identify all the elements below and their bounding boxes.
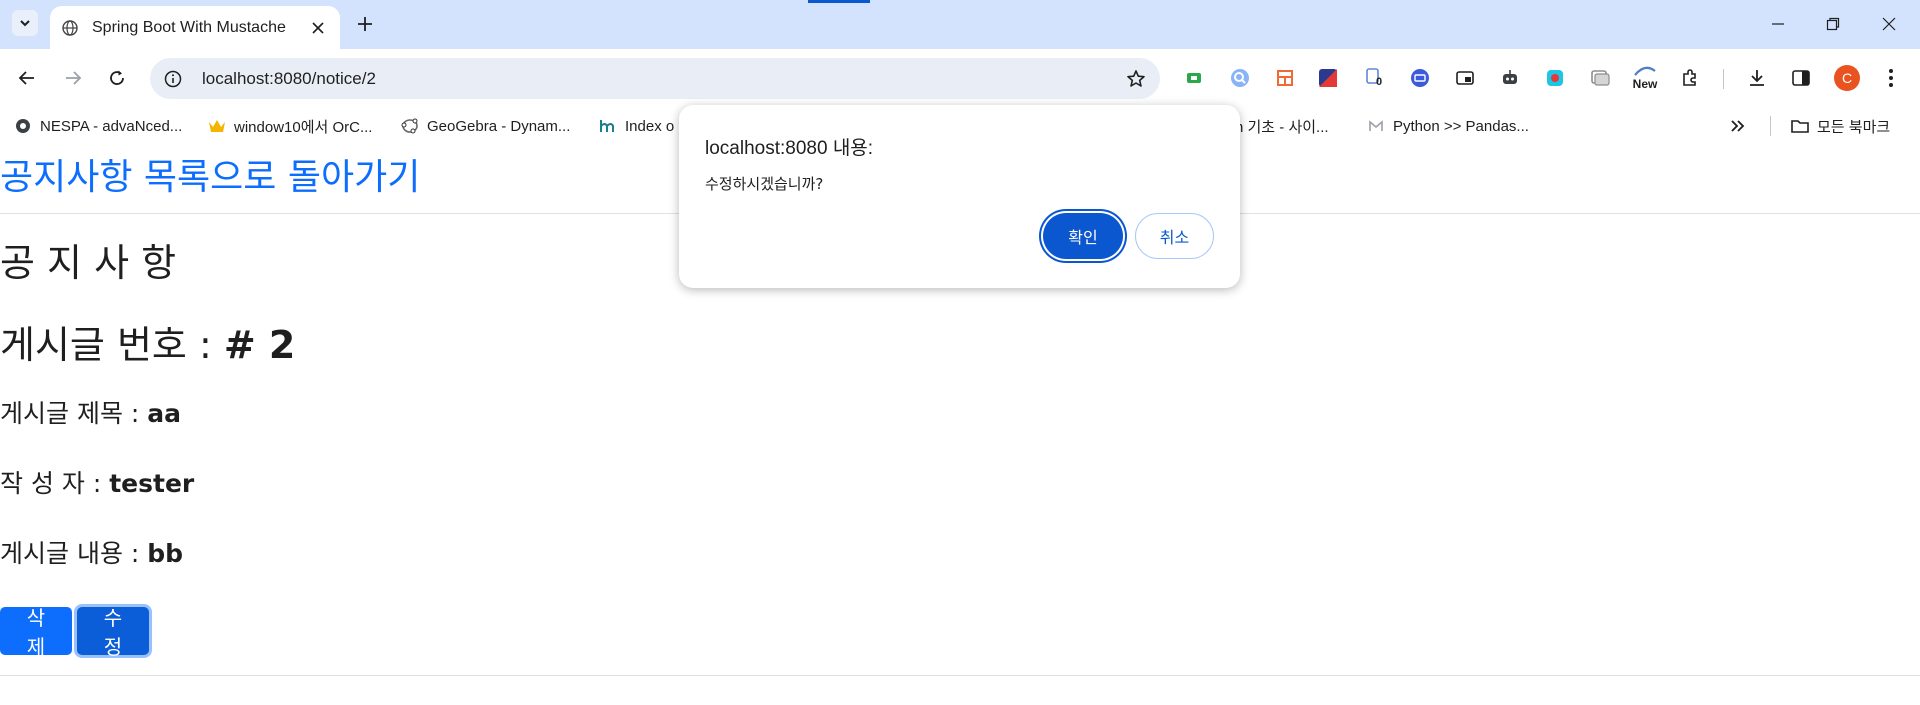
extension-image-icon[interactable] (1589, 67, 1611, 89)
address-bar[interactable]: localhost:8080/notice/2 (150, 58, 1160, 99)
extension-target-icon[interactable] (1544, 67, 1566, 89)
extension-slash-icon[interactable] (1317, 67, 1339, 89)
restore-icon[interactable] (1821, 12, 1845, 36)
dialog-message: 수정하시겠습니까? (705, 175, 824, 193)
toolbar-divider (1723, 69, 1724, 89)
extension-green-icon[interactable] (1183, 67, 1205, 89)
new-tab-plus-icon[interactable] (354, 13, 376, 35)
tab-strip: Spring Boot With Mustache (0, 0, 1920, 49)
bookmark-label: Index o (625, 117, 675, 135)
tab-group-indicator (808, 0, 870, 3)
post-content-row: 게시글 내용 : bb (0, 534, 183, 570)
reload-icon[interactable] (104, 65, 130, 91)
extension-robot-icon[interactable] (1499, 67, 1521, 89)
side-panel-icon[interactable] (1790, 67, 1812, 89)
bookmark-label: window10에서 OrC... (234, 118, 373, 136)
bookmark-item[interactable]: NESPA - advaNced... (14, 116, 182, 136)
chevron-down-icon (20, 20, 30, 27)
bookmark-label: NESPA - advaNced... (40, 117, 183, 135)
confirm-dialog: localhost:8080 내용: 수정하시겠습니까? 확인 취소 (679, 105, 1240, 288)
bookmarks-overflow-chevron-icon[interactable] (1730, 116, 1746, 136)
dialog-ok-button[interactable]: 확인 (1043, 213, 1123, 259)
edit-button[interactable]: 수정 (77, 606, 149, 659)
forward-arrow-icon[interactable] (60, 65, 86, 91)
url-text[interactable]: localhost:8080/notice/2 (202, 69, 1126, 89)
bookmark-favicon-icon (14, 117, 32, 135)
folder-icon (1791, 117, 1809, 135)
post-content-label: 게시글 내용 : (0, 539, 148, 568)
bookmark-star-icon[interactable] (1126, 69, 1146, 89)
bookmark-label: GeoGebra - Dynam... (427, 117, 571, 135)
post-author-value: tester (109, 469, 195, 498)
close-tab-icon[interactable] (308, 18, 328, 38)
all-bookmarks-label: 모든 북마크 (1817, 118, 1891, 136)
bookmark-item[interactable]: Index o (599, 116, 674, 136)
page-heading: 공 지 사 항 (0, 241, 177, 285)
bookmark-item[interactable]: Python >> Pandas... (1367, 116, 1529, 136)
minimize-icon[interactable] (1766, 12, 1790, 36)
all-bookmarks-folder[interactable]: 모든 북마크 (1791, 116, 1890, 136)
globe-icon (62, 19, 78, 36)
crown-icon (208, 117, 226, 135)
bookmark-label: n 기초 - 사이... (1235, 118, 1329, 136)
back-to-list-link[interactable]: 공지사항 목록으로 돌아가기 (0, 148, 420, 200)
extension-new-label: New (1632, 77, 1658, 91)
post-title-value: aa (147, 399, 182, 428)
footer-divider (0, 675, 1920, 676)
bookmark-m-icon (599, 117, 617, 135)
extension-search-icon[interactable] (1229, 67, 1251, 89)
gmail-icon (1367, 117, 1385, 135)
extensions-puzzle-icon[interactable] (1679, 67, 1701, 89)
dialog-title: localhost:8080 내용: (705, 138, 874, 159)
profile-avatar[interactable]: C (1834, 65, 1860, 91)
extension-clipboard-icon[interactable]: 0 (1364, 67, 1386, 89)
extension-layout-icon[interactable] (1274, 67, 1296, 89)
post-title-label: 게시글 제목 : (0, 399, 148, 428)
bookmark-item[interactable]: window10에서 OrC... (208, 116, 372, 136)
bookmark-item[interactable]: n 기초 - 사이... (1235, 116, 1329, 136)
picture-in-picture-icon[interactable] (1454, 67, 1476, 89)
dialog-cancel-button[interactable]: 취소 (1135, 213, 1214, 259)
geogebra-icon (401, 117, 419, 135)
site-info-icon[interactable] (164, 70, 182, 88)
post-number: 게시글 번호 : # 2 (0, 314, 295, 369)
tab-title: Spring Boot With Mustache (92, 18, 286, 36)
extension-badge: 0 (1376, 76, 1383, 88)
bookmark-item[interactable]: GeoGebra - Dynam... (401, 116, 570, 136)
post-number-value: # 2 (223, 323, 296, 367)
download-icon[interactable] (1746, 67, 1768, 89)
post-title-row: 게시글 제목 : aa (0, 394, 181, 430)
bookmarks-divider (1770, 116, 1771, 136)
post-author-label: 작 성 자 : (0, 469, 110, 498)
extension-new-icon[interactable]: New (1628, 63, 1662, 93)
delete-button[interactable]: 삭제 (0, 606, 72, 659)
post-author-row: 작 성 자 : tester (0, 464, 194, 500)
extension-blue-badge-icon[interactable] (1409, 67, 1431, 89)
active-tab[interactable]: Spring Boot With Mustache (50, 6, 340, 49)
kebab-menu-icon[interactable] (1880, 67, 1902, 89)
browser-toolbar: localhost:8080/notice/2 0 New C (0, 49, 1920, 108)
tab-search-button[interactable] (12, 10, 38, 36)
post-content-value: bb (147, 539, 184, 568)
post-number-label: 게시글 번호 : (0, 323, 224, 367)
close-window-icon[interactable] (1877, 12, 1901, 36)
back-arrow-icon[interactable] (14, 65, 40, 91)
bookmark-label: Python >> Pandas... (1393, 117, 1529, 135)
